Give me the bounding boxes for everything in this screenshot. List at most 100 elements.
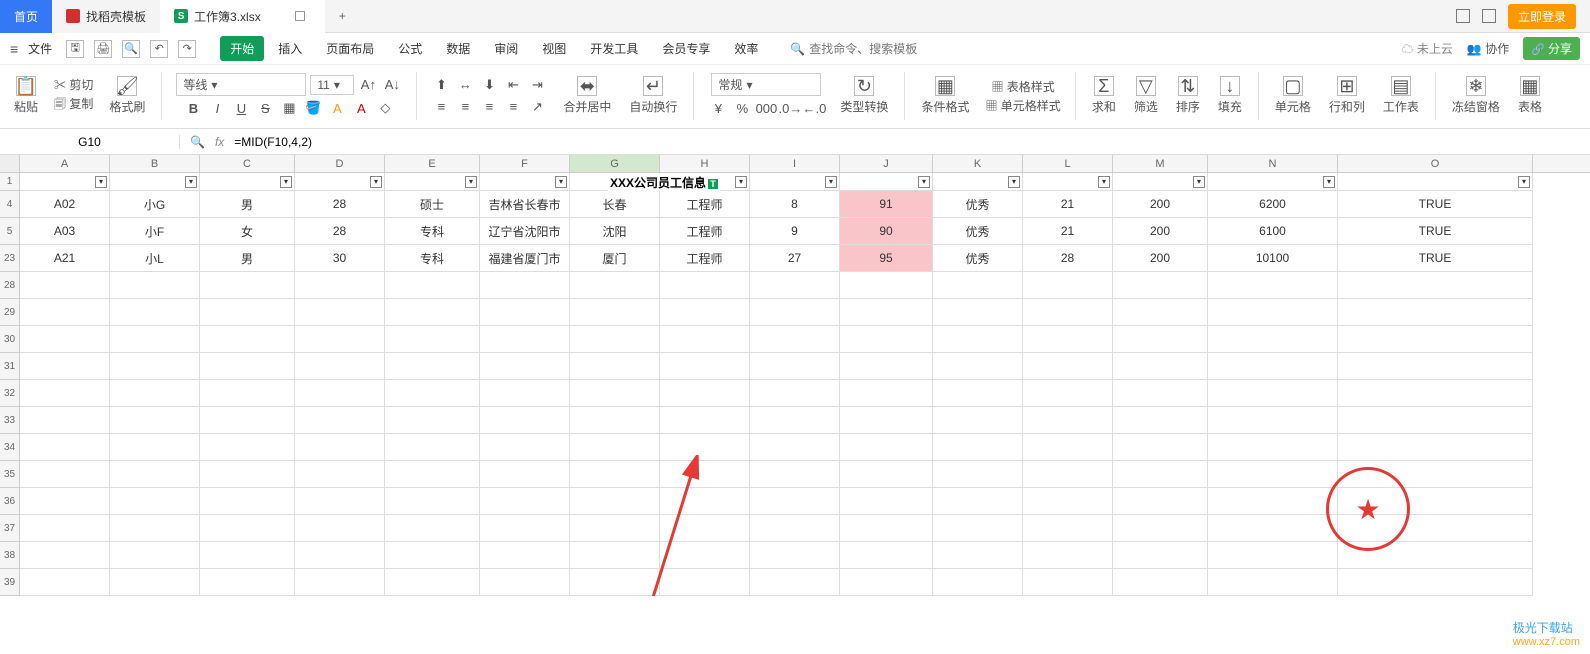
cell[interactable]	[570, 434, 660, 461]
cell[interactable]	[1113, 461, 1208, 488]
cell[interactable]	[110, 353, 200, 380]
cell[interactable]	[933, 272, 1023, 299]
cell[interactable]	[660, 515, 750, 542]
cell[interactable]	[295, 569, 385, 596]
cell[interactable]	[1338, 353, 1533, 380]
cell[interactable]	[1338, 299, 1533, 326]
cell[interactable]	[110, 434, 200, 461]
cell[interactable]	[570, 380, 660, 407]
col-header-B[interactable]: B	[110, 155, 200, 172]
cell[interactable]	[840, 407, 933, 434]
cell[interactable]	[1208, 461, 1338, 488]
cell[interactable]: 小L	[110, 245, 200, 272]
cell[interactable]	[660, 299, 750, 326]
italic-button[interactable]: I	[207, 98, 227, 118]
row-header[interactable]: 4	[0, 191, 20, 218]
cell[interactable]: 小G	[110, 191, 200, 218]
cell[interactable]: ▾	[110, 173, 200, 191]
cell[interactable]: ▾	[20, 173, 110, 191]
cell[interactable]	[20, 407, 110, 434]
cell[interactable]	[1113, 542, 1208, 569]
cell[interactable]	[1208, 299, 1338, 326]
row-header[interactable]: 35	[0, 461, 20, 488]
cell[interactable]	[480, 542, 570, 569]
cell[interactable]	[933, 353, 1023, 380]
col-header-M[interactable]: M	[1113, 155, 1208, 172]
cell[interactable]	[200, 488, 295, 515]
cell[interactable]	[200, 461, 295, 488]
cell[interactable]	[200, 569, 295, 596]
cell[interactable]	[295, 299, 385, 326]
cell[interactable]	[660, 434, 750, 461]
cell[interactable]	[480, 272, 570, 299]
cell[interactable]	[385, 326, 480, 353]
cell[interactable]	[20, 569, 110, 596]
dec-dec-icon[interactable]: ←.0	[804, 98, 824, 118]
cell[interactable]: 8	[750, 191, 840, 218]
cell[interactable]	[295, 515, 385, 542]
cell[interactable]: TRUE	[1338, 245, 1533, 272]
filter-dropdown-icon[interactable]: ▾	[370, 176, 382, 188]
fill-color-button[interactable]: 🪣	[303, 98, 323, 118]
col-header-A[interactable]: A	[20, 155, 110, 172]
cell[interactable]	[480, 380, 570, 407]
cell[interactable]	[385, 515, 480, 542]
menu-tab-member[interactable]: 会员专享	[652, 36, 720, 61]
cell[interactable]	[385, 272, 480, 299]
cell[interactable]: 10100	[1208, 245, 1338, 272]
table-tool-button[interactable]: ▦表格	[1512, 76, 1548, 115]
cell[interactable]: 小F	[110, 218, 200, 245]
cell[interactable]	[110, 407, 200, 434]
cell[interactable]: TRUE	[1338, 191, 1533, 218]
cell[interactable]	[480, 515, 570, 542]
cell[interactable]	[385, 407, 480, 434]
cell[interactable]	[570, 542, 660, 569]
filter-dropdown-icon[interactable]: ▾	[95, 176, 107, 188]
cell[interactable]: 优秀	[933, 191, 1023, 218]
cell[interactable]	[480, 434, 570, 461]
menu-tab-efficiency[interactable]: 效率	[724, 36, 768, 61]
cell[interactable]	[570, 407, 660, 434]
cell[interactable]	[1208, 407, 1338, 434]
cell[interactable]	[933, 299, 1023, 326]
cut-button[interactable]: ✂ 剪切	[54, 76, 93, 93]
qat-preview-icon[interactable]: 🔍	[122, 40, 140, 58]
cell[interactable]	[1023, 461, 1113, 488]
cell[interactable]	[385, 461, 480, 488]
login-button[interactable]: 立即登录	[1508, 4, 1576, 29]
cell[interactable]	[110, 542, 200, 569]
cell[interactable]: 专科	[385, 245, 480, 272]
cell[interactable]	[295, 407, 385, 434]
filter-dropdown-icon[interactable]: ▾	[1323, 176, 1335, 188]
cell[interactable]	[385, 542, 480, 569]
row-header[interactable]: 32	[0, 380, 20, 407]
cell[interactable]: A02	[20, 191, 110, 218]
filter-dropdown-icon[interactable]: ▾	[735, 176, 747, 188]
align-top-icon[interactable]: ⬆	[431, 75, 451, 95]
cell[interactable]	[1023, 542, 1113, 569]
cell[interactable]	[750, 569, 840, 596]
filter-dropdown-icon[interactable]: ▾	[825, 176, 837, 188]
paste-button[interactable]: 📋粘贴	[8, 76, 44, 115]
cell[interactable]	[840, 380, 933, 407]
cell[interactable]	[1023, 272, 1113, 299]
cell[interactable]	[840, 326, 933, 353]
menu-tab-review[interactable]: 审阅	[484, 36, 528, 61]
cell[interactable]	[750, 299, 840, 326]
cell[interactable]: 6200	[1208, 191, 1338, 218]
col-header-K[interactable]: K	[933, 155, 1023, 172]
cell[interactable]	[20, 326, 110, 353]
cell[interactable]	[20, 380, 110, 407]
cell[interactable]	[750, 353, 840, 380]
cell[interactable]	[1023, 569, 1113, 596]
cell[interactable]	[750, 488, 840, 515]
cell[interactable]	[480, 569, 570, 596]
justify-icon[interactable]: ≡	[503, 97, 523, 117]
cell[interactable]: ▾	[933, 173, 1023, 191]
filter-dropdown-icon[interactable]: ▾	[1193, 176, 1205, 188]
cell[interactable]	[1113, 353, 1208, 380]
cell-style-button[interactable]: ▦ 单元格样式	[985, 97, 1060, 114]
cell[interactable]	[660, 407, 750, 434]
cell[interactable]: ▾	[1208, 173, 1338, 191]
cell[interactable]	[1113, 569, 1208, 596]
